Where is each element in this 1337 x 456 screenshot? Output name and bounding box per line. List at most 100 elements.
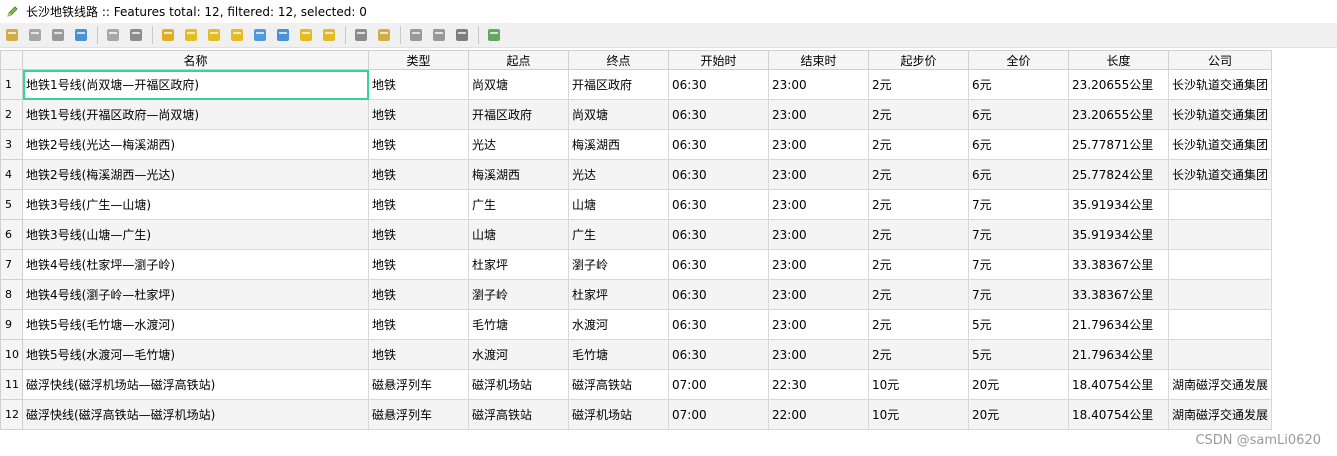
table-row[interactable]: 6 地铁3号线(山塘—广生) 地铁 山塘 广生 06:30 23:00 2元 7元 35.9193… [0,219,1273,250]
table-cell[interactable]: 25.77871公里 [1068,129,1169,160]
table-cell[interactable]: 湖南磁浮交通发展 [1167,369,1273,400]
table-cell[interactable]: 2元 [868,129,969,160]
column-header[interactable]: 长度 [1068,50,1169,70]
table-cell[interactable]: 35.91934公里 [1068,189,1169,220]
table-cell[interactable]: 2元 [868,309,969,340]
table-cell[interactable]: 地铁5号线(毛竹塘—水渡河) [22,309,369,340]
column-header[interactable]: 公司 [1167,50,1273,70]
table-cell[interactable]: 06:30 [668,249,769,280]
table-cell[interactable]: 06:30 [668,99,769,130]
field-calculator-button[interactable] [452,25,472,45]
table-cell[interactable]: 地铁 [368,309,469,340]
table-row[interactable]: 2 地铁1号线(开福区政府—尚双塘) 地铁 开福区政府 尚双塘 06:30 23:00 2元 6… [0,99,1273,130]
table-cell[interactable]: 6元 [968,129,1069,160]
table-cell[interactable]: 地铁 [368,339,469,370]
save-edits-button[interactable] [48,25,68,45]
row-number[interactable]: 6 [0,219,23,250]
reload-button[interactable] [71,25,91,45]
table-cell[interactable]: 山塘 [568,189,669,220]
column-header[interactable]: 全价 [968,50,1069,70]
table-cell[interactable]: 2元 [868,189,969,220]
table-cell[interactable]: 地铁1号线(开福区政府—尚双塘) [22,99,369,130]
table-cell[interactable]: 07:00 [668,399,769,430]
table-cell[interactable]: 23:00 [768,189,869,220]
deselect-all-button[interactable] [227,25,247,45]
row-number[interactable]: 3 [0,129,23,160]
table-cell[interactable]: 磁浮快线(磁浮高铁站—磁浮机场站) [22,399,369,430]
row-number[interactable]: 9 [0,309,23,340]
table-cell[interactable]: 7元 [968,249,1069,280]
table-cell[interactable]: 2元 [868,279,969,310]
table-row[interactable]: 1 地铁1号线(尚双塘—开福区政府) 地铁 尚双塘 开福区政府 06:30 23:00 2元 6… [0,69,1273,100]
table-cell[interactable]: 磁浮快线(磁浮机场站—磁浮高铁站) [22,369,369,400]
copy-rows-button[interactable] [351,25,371,45]
table-cell[interactable]: 地铁 [368,159,469,190]
table-cell[interactable]: 23:00 [768,69,869,100]
row-number[interactable]: 4 [0,159,23,190]
table-cell[interactable]: 5元 [968,309,1069,340]
select-all-button[interactable] [181,25,201,45]
table-cell[interactable]: 水渡河 [568,309,669,340]
table-cell[interactable] [1167,249,1273,280]
table-cell[interactable]: 23:00 [768,219,869,250]
table-cell[interactable]: 5元 [968,339,1069,370]
table-cell[interactable]: 23:00 [768,309,869,340]
table-cell[interactable]: 尚双塘 [568,99,669,130]
table-cell[interactable]: 18.40754公里 [1068,369,1169,400]
table-row[interactable]: 3 地铁2号线(光达—梅溪湖西) 地铁 光达 梅溪湖西 06:30 23:00 2元 6元 25.… [0,129,1273,160]
row-number[interactable]: 8 [0,279,23,310]
table-cell[interactable]: 7元 [968,219,1069,250]
table-cell[interactable]: 7元 [968,279,1069,310]
table-cell[interactable]: 21.79634公里 [1068,309,1169,340]
table-cell[interactable]: 广生 [568,219,669,250]
table-cell[interactable]: 06:30 [668,189,769,220]
table-cell[interactable]: 23:00 [768,279,869,310]
toggle-editing-button[interactable] [2,25,22,45]
table-cell[interactable]: 07:00 [668,369,769,400]
delete-field-button[interactable] [406,25,426,45]
table-cell[interactable]: 瀏子岭 [468,279,569,310]
table-cell[interactable]: 地铁3号线(广生—山塘) [22,189,369,220]
column-header[interactable]: 结束时 [768,50,869,70]
table-cell[interactable]: 地铁2号线(梅溪湖西—光达) [22,159,369,190]
table-cell[interactable]: 地铁 [368,249,469,280]
table-cell[interactable]: 18.40754公里 [1068,399,1169,430]
table-cell[interactable]: 06:30 [668,309,769,340]
table-cell[interactable]: 地铁 [368,219,469,250]
add-feature-button[interactable] [103,25,123,45]
table-cell[interactable]: 06:30 [668,129,769,160]
table-cell[interactable]: 开福区政府 [568,69,669,100]
table-cell[interactable]: 22:00 [768,399,869,430]
table-cell[interactable]: 磁浮机场站 [568,399,669,430]
table-cell[interactable]: 磁浮高铁站 [468,399,569,430]
pan-to-selected-button[interactable] [296,25,316,45]
table-cell[interactable]: 23.20655公里 [1068,69,1169,100]
table-cell[interactable] [1167,189,1273,220]
table-row[interactable]: 8 地铁4号线(瀏子岭—杜家坪) 地铁 瀏子岭 杜家坪 06:30 23:00 2元 7元 33.… [0,279,1273,310]
move-selection-top-button[interactable] [273,25,293,45]
table-cell[interactable]: 尚双塘 [468,69,569,100]
table-cell[interactable]: 广生 [468,189,569,220]
table-cell[interactable]: 23:00 [768,99,869,130]
zoom-to-selected-button[interactable] [319,25,339,45]
column-header[interactable]: 开始时 [668,50,769,70]
table-cell[interactable]: 6元 [968,159,1069,190]
table-cell[interactable]: 25.77824公里 [1068,159,1169,190]
table-cell[interactable]: 梅溪湖西 [468,159,569,190]
table-cell[interactable]: 23.20655公里 [1068,99,1169,130]
filter-select-button[interactable] [250,25,270,45]
table-cell[interactable]: 20元 [968,369,1069,400]
table-cell[interactable]: 梅溪湖西 [568,129,669,160]
table-row[interactable]: 5 地铁3号线(广生—山塘) 地铁 广生 山塘 06:30 23:00 2元 7元 35.9193… [0,189,1273,220]
column-header[interactable]: 名称 [22,50,369,70]
table-row[interactable]: 11 磁浮快线(磁浮机场站—磁浮高铁站) 磁悬浮列车 磁浮机场站 磁浮高铁站 07:00 2… [0,369,1273,400]
table-cell[interactable]: 地铁2号线(光达—梅溪湖西) [22,129,369,160]
table-cell[interactable]: 22:30 [768,369,869,400]
table-cell[interactable]: 2元 [868,99,969,130]
table-cell[interactable]: 地铁4号线(杜家坪—瀏子岭) [22,249,369,280]
table-cell[interactable]: 地铁4号线(瀏子岭—杜家坪) [22,279,369,310]
column-header[interactable]: 起点 [468,50,569,70]
invert-selection-button[interactable] [204,25,224,45]
table-cell[interactable] [1167,339,1273,370]
table-cell[interactable]: 地铁 [368,99,469,130]
